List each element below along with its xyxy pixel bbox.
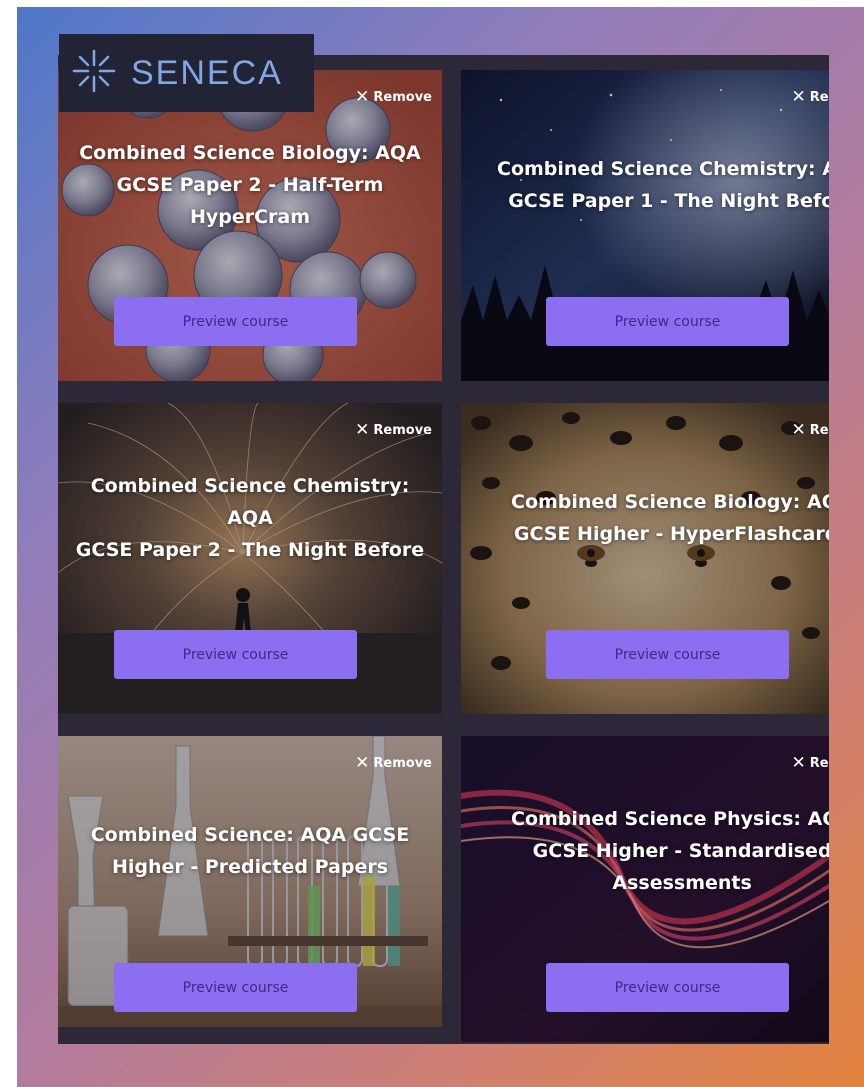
course-title: Combined Science Chemistry: AQAGCSE Pape…	[497, 158, 829, 212]
preview-course-button[interactable]: Preview course	[546, 963, 789, 1012]
seneca-logo: SENECA	[59, 34, 314, 112]
seneca-star-icon	[71, 48, 117, 98]
course-card-1: ✕ Remove Combined Science Biology: AQA GCS…	[58, 70, 442, 381]
course-card-3: ✕ Remove Combined Science Chemistry: AQA G…	[58, 403, 442, 714]
preview-course-button[interactable]: Preview course	[114, 963, 357, 1012]
course-card-5: ✕ Remove Combined Science: AQA GCSE Higher…	[58, 736, 442, 1027]
course-card-2: ✕Rer Combined Science Chemistry: AQAGCSE…	[461, 70, 829, 381]
preview-course-button[interactable]: Preview course	[114, 630, 357, 679]
course-card-4: ✕Rer Combined Science Biology: AQAGCSE H…	[461, 403, 829, 714]
preview-course-button[interactable]: Preview course	[546, 630, 789, 679]
course-title: Combined Science Physics: AQA GCSE Higher…	[511, 808, 829, 894]
course-title: Combined Science Chemistry: AQAGCSE Pape…	[75, 475, 425, 561]
brand-name: SENECA	[131, 53, 283, 92]
preview-course-button[interactable]: Preview course	[114, 297, 357, 346]
course-title: Combined Science: AQA GCSE Higher - Predi…	[90, 824, 410, 878]
course-card-6: ✕Rer Combined Science Physics: AQAGCSE H…	[461, 736, 829, 1042]
preview-course-button[interactable]: Preview course	[546, 297, 789, 346]
course-title: Combined Science Biology: AQA GCSE Higher…	[511, 491, 829, 545]
